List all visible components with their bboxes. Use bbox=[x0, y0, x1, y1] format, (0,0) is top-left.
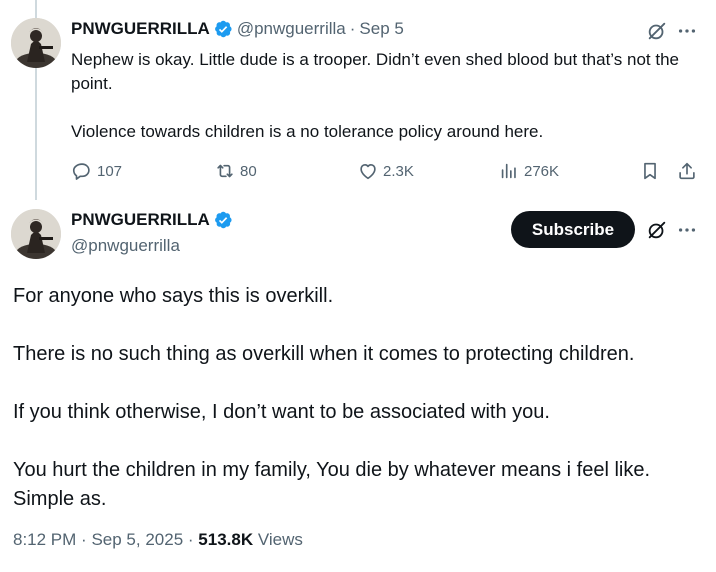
views-count: 276K bbox=[524, 162, 560, 180]
main-paragraph: If you think otherwise, I don’t want to … bbox=[13, 401, 550, 423]
post-date[interactable]: Sep 5, 2025 bbox=[91, 530, 183, 549]
grok-icon[interactable] bbox=[646, 20, 668, 42]
views-button[interactable]: 276K bbox=[498, 157, 559, 185]
main-name-row: PNWGUERRILLA bbox=[71, 210, 237, 230]
post-views-label: Views bbox=[257, 530, 303, 549]
reply-button[interactable]: 107 bbox=[71, 157, 122, 185]
like-icon bbox=[360, 163, 376, 180]
post-time[interactable]: 8:12 PM bbox=[13, 530, 76, 549]
post-views-count: 513.8K bbox=[198, 530, 254, 549]
reply-header: PNWGUERRILLA @pnwguerrilla · Sep 5 bbox=[71, 19, 404, 39]
like-button[interactable]: 2.3K bbox=[357, 157, 414, 185]
verified-badge-icon bbox=[214, 211, 232, 229]
reply-separator: · bbox=[349, 19, 356, 38]
avatar-image bbox=[11, 209, 61, 259]
share-button[interactable] bbox=[676, 157, 698, 185]
grok-icon[interactable] bbox=[646, 219, 668, 241]
more-icon[interactable] bbox=[676, 20, 698, 42]
more-icon[interactable] bbox=[676, 219, 698, 241]
repost-icon bbox=[217, 164, 233, 178]
meta-separator: · bbox=[187, 530, 194, 549]
main-paragraph: For anyone who says this is overkill. bbox=[13, 285, 334, 307]
views-icon bbox=[501, 163, 516, 179]
reply-count: 107 bbox=[97, 162, 123, 180]
reply-handle[interactable]: @pnwguerrilla bbox=[237, 19, 346, 39]
reply-avatar[interactable] bbox=[11, 18, 61, 68]
meta-separator: · bbox=[81, 530, 87, 549]
tweet-meta: 8:12 PM · Sep 5, 2025 · 513.8K Views bbox=[13, 530, 303, 550]
verified-badge-icon bbox=[214, 20, 232, 38]
main-paragraph: You hurt the children in my family, You … bbox=[13, 459, 651, 510]
reply-body: Nephew is okay. Little dude is a trooper… bbox=[71, 48, 701, 144]
main-body: For anyone who says this is overkill. Th… bbox=[13, 282, 703, 514]
share-icon bbox=[679, 162, 695, 180]
reply-action-bar: 107 80 2.3K 276K bbox=[71, 157, 701, 185]
repost-count: 80 bbox=[240, 162, 257, 180]
main-paragraph: There is no such thing as overkill when … bbox=[13, 343, 635, 365]
bookmark-icon bbox=[644, 162, 656, 180]
repost-button[interactable]: 80 bbox=[214, 157, 257, 185]
main-handle[interactable]: @pnwguerrilla bbox=[71, 236, 180, 256]
reply-icon bbox=[72, 163, 90, 180]
subscribe-button[interactable]: Subscribe bbox=[511, 211, 635, 248]
reply-paragraph: Nephew is okay. Little dude is a trooper… bbox=[71, 50, 679, 93]
reply-date[interactable]: Sep 5 bbox=[359, 19, 403, 39]
reply-display-name[interactable]: PNWGUERRILLA bbox=[71, 19, 210, 39]
bookmark-button[interactable] bbox=[639, 157, 661, 185]
main-display-name[interactable]: PNWGUERRILLA bbox=[71, 210, 210, 230]
like-count: 2.3K bbox=[383, 162, 414, 180]
avatar-image bbox=[11, 18, 61, 68]
reply-paragraph: Violence towards children is a no tolera… bbox=[71, 122, 544, 141]
main-avatar[interactable] bbox=[11, 209, 61, 259]
